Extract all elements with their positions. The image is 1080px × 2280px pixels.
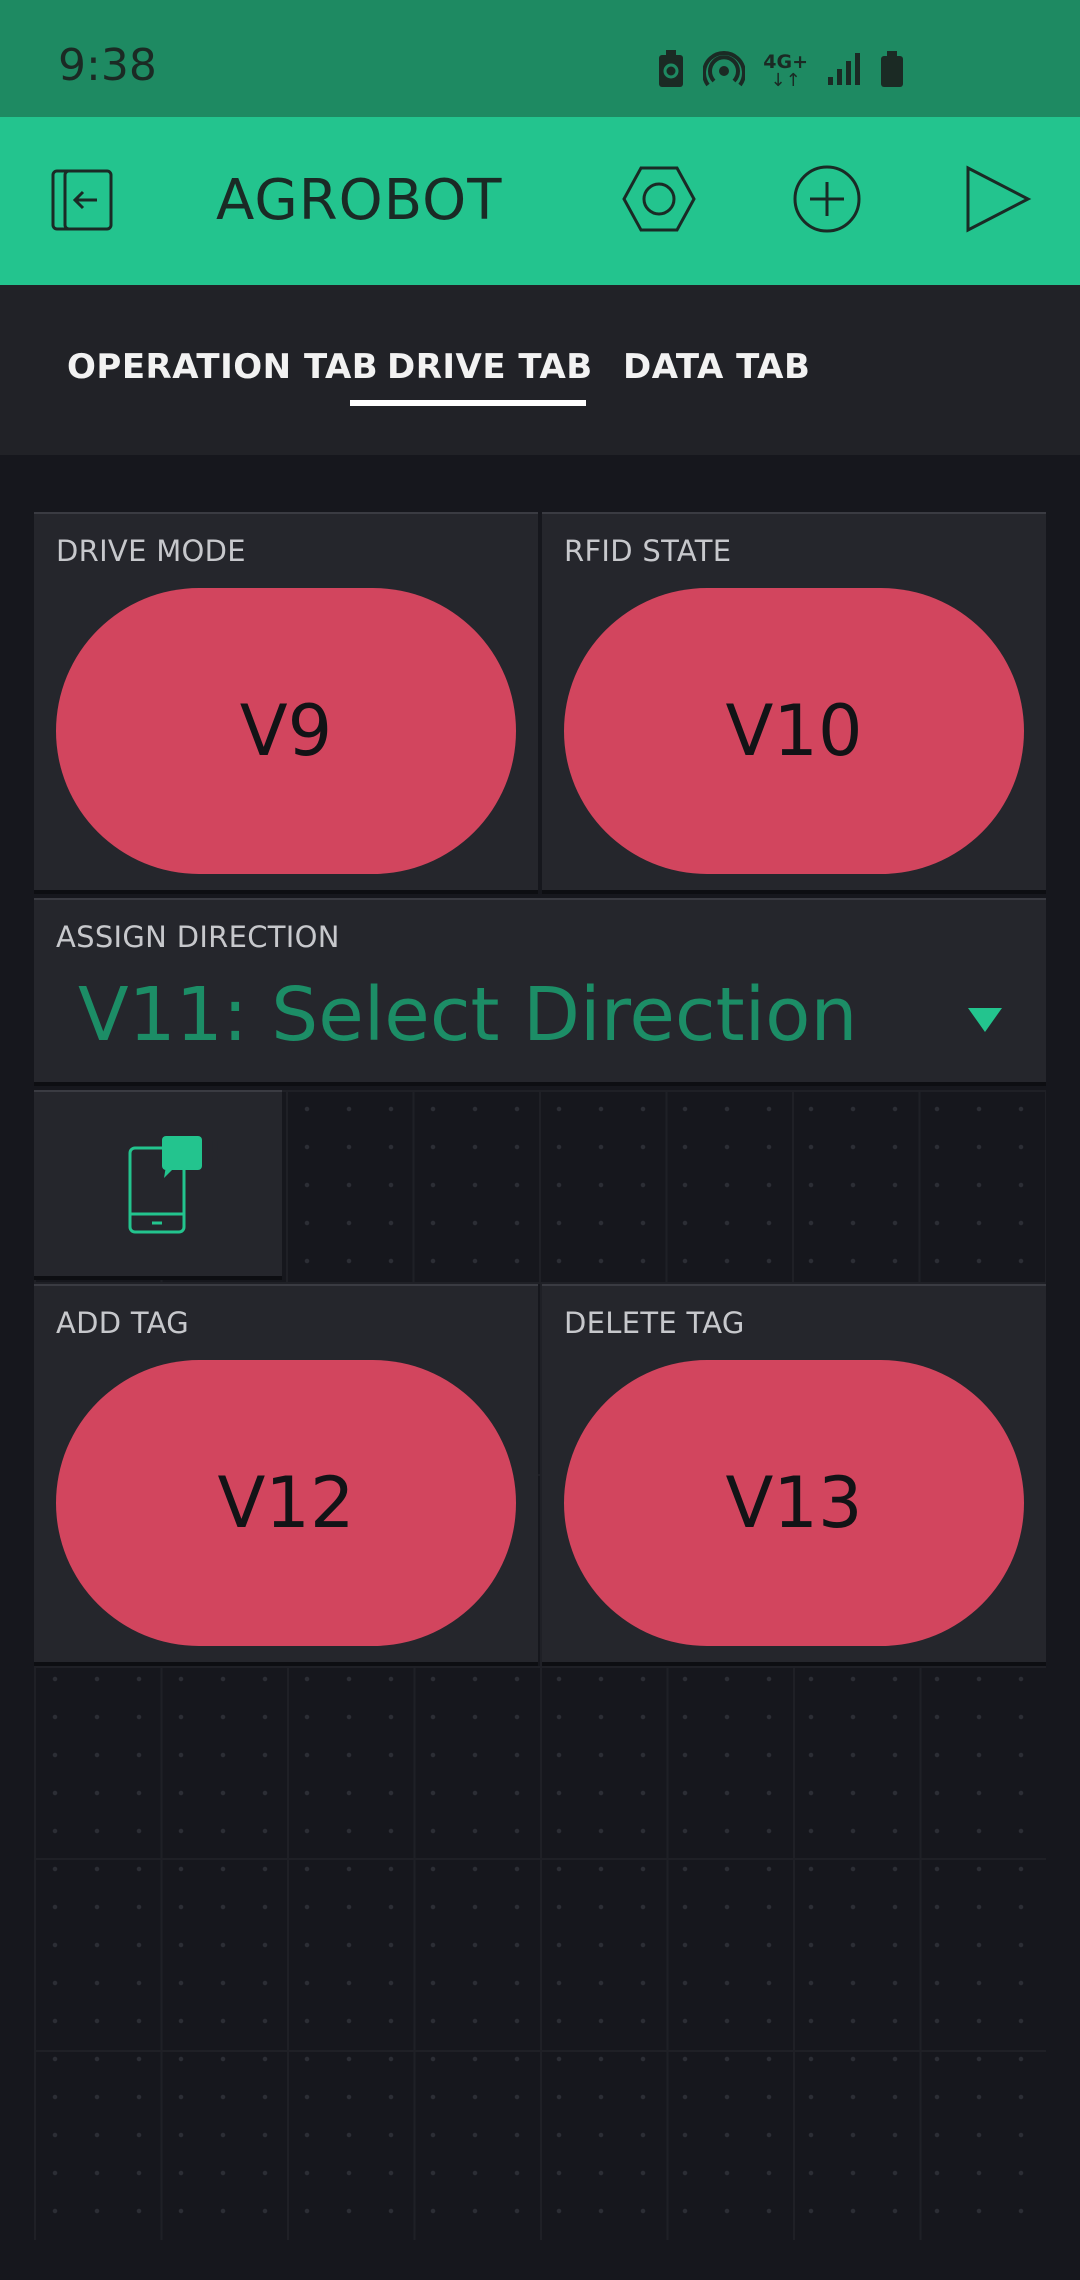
phone-alert-icon — [124, 1136, 204, 1240]
settings-hexagon-icon[interactable] — [620, 160, 698, 238]
rfid-state-button[interactable]: V10 — [564, 588, 1024, 874]
delete-tag-label: DELETE TAG — [564, 1306, 745, 1340]
battery-saver-icon — [657, 49, 685, 93]
exit-icon[interactable] — [44, 160, 122, 238]
notification-widget[interactable]: ! — [34, 1090, 282, 1276]
active-tab-indicator — [350, 400, 586, 406]
play-icon[interactable] — [958, 160, 1036, 238]
signal-icon — [826, 51, 862, 91]
drive-mode-label: DRIVE MODE — [56, 534, 246, 568]
hotspot-icon — [702, 49, 747, 93]
add-circle-icon[interactable] — [788, 160, 866, 238]
dropdown-arrow-icon[interactable] — [968, 1008, 1002, 1032]
battery-icon — [880, 50, 904, 92]
app-bar — [0, 117, 1080, 285]
add-tag-button[interactable]: V12 — [56, 1360, 516, 1646]
direction-select[interactable]: V11: Select Direction — [78, 972, 857, 1058]
network-4g-plus-icon: 4G+ ↓↑ — [763, 50, 808, 91]
rfid-state-label: RFID STATE — [564, 534, 732, 568]
tab-operation[interactable]: OPERATION TAB — [67, 347, 378, 387]
tab-data[interactable]: DATA TAB — [623, 347, 810, 387]
add-tag-card: ADD TAG V12 — [34, 1284, 538, 1662]
assign-direction-card[interactable]: ASSIGN DIRECTION V11: Select Direction — [34, 898, 1046, 1082]
status-bar: 9:38 4G+ ↓↑ — [0, 0, 1080, 117]
delete-tag-button[interactable]: V13 — [564, 1360, 1024, 1646]
widget-grid-row — [286, 1090, 1046, 1282]
rfid-state-card: RFID STATE V10 — [542, 512, 1046, 890]
status-time: 9:38 — [58, 40, 157, 91]
network-label: 4G+ — [763, 50, 808, 73]
status-icons: 4G+ ↓↑ — [657, 48, 904, 94]
app-title: AGROBOT — [216, 168, 503, 233]
drive-mode-card: DRIVE MODE V9 — [34, 512, 538, 890]
tab-bar: OPERATION TAB DRIVE TAB DATA TAB — [0, 285, 1080, 455]
assign-direction-label: ASSIGN DIRECTION — [56, 920, 340, 954]
tab-drive[interactable]: DRIVE TAB — [387, 347, 593, 387]
notification-badge: ! — [209, 1137, 221, 1167]
drive-mode-button[interactable]: V9 — [56, 588, 516, 874]
add-tag-label: ADD TAG — [56, 1306, 190, 1340]
delete-tag-card: DELETE TAG V13 — [542, 1284, 1046, 1662]
